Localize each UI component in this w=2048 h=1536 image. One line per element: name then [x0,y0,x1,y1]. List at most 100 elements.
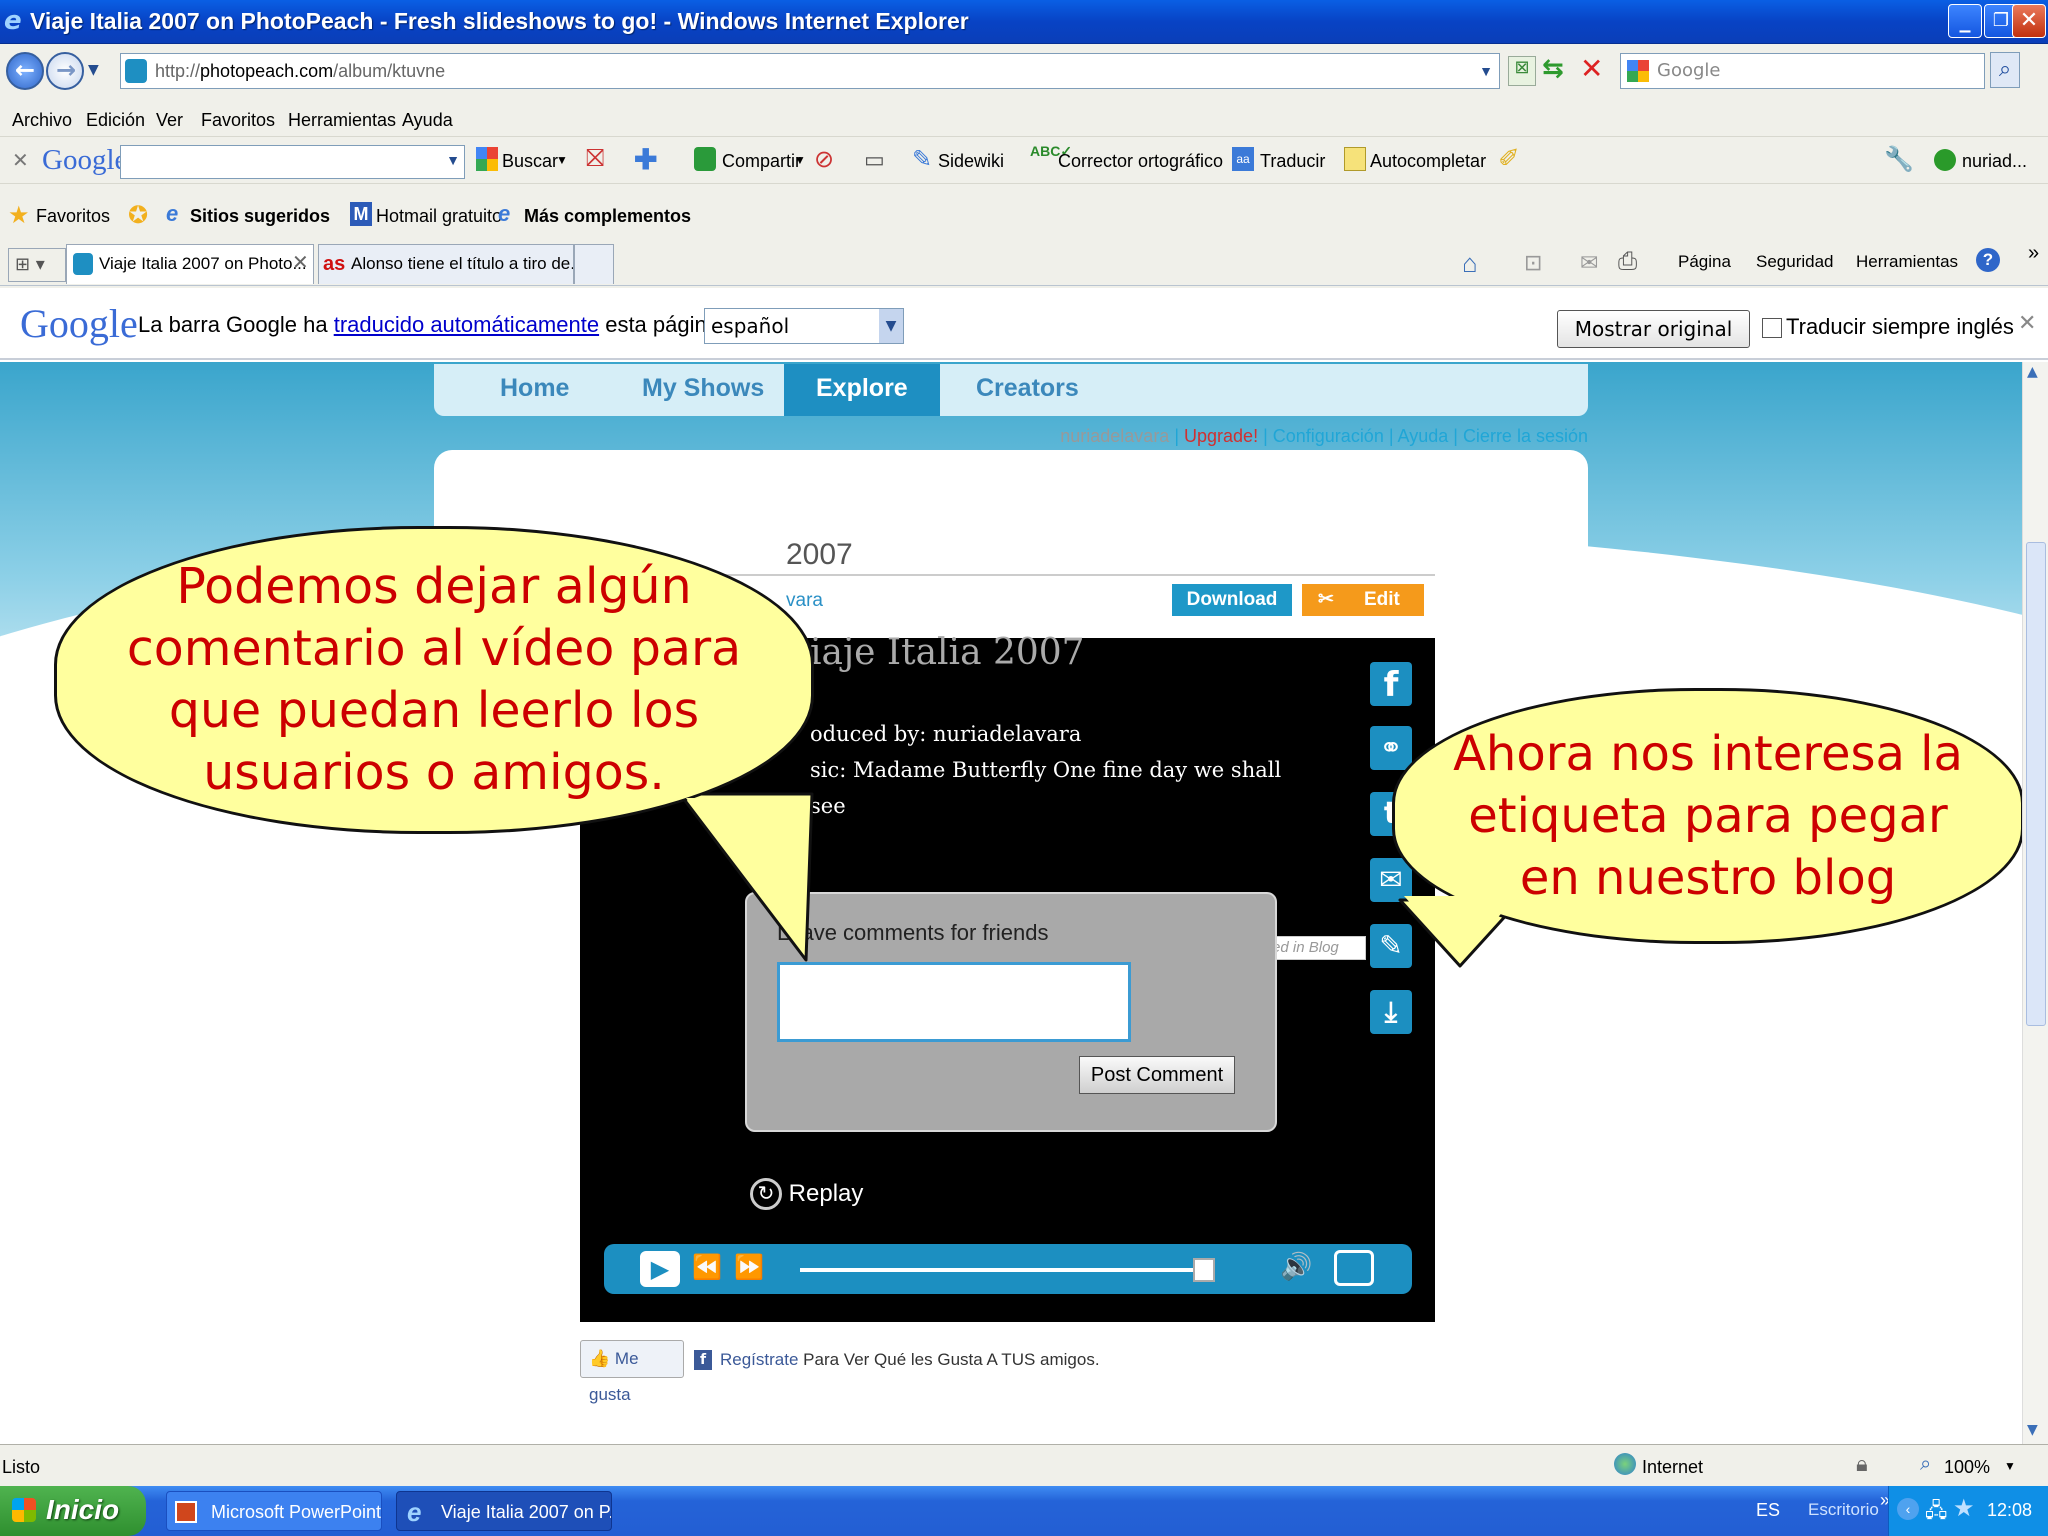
hotmail-icon: M [350,202,372,226]
translate-link[interactable]: traducido automáticamente [334,312,599,337]
add-favorite-icon[interactable]: ✪ [128,201,148,230]
mas-complementos[interactable]: Más complementos [524,206,691,227]
compartir-button[interactable]: Compartir [722,151,801,172]
url-path: /album/ktuvne [333,61,446,81]
scroll-down-icon[interactable]: ▼ [2027,1422,2038,1438]
minimize-button[interactable]: _ [1948,4,1982,38]
scroll-up-icon[interactable]: ▲ [2027,364,2038,380]
sitios-sugeridos[interactable]: Sitios sugeridos [190,206,330,227]
close-button[interactable]: ✕ [2012,4,2046,38]
title-bar: e Viaje Italia 2007 on PhotoPeach - Fres… [0,0,2048,44]
page-content: Home My Shows Explore Creators nuriadela… [0,362,2022,1444]
help-icon[interactable]: ? [1976,248,2000,272]
zoom-level[interactable]: 100% [1944,1457,1990,1478]
language-select[interactable]: español ▼ [704,308,904,344]
google-toolbar-logo: Google [42,144,128,176]
check-icon[interactable]: ⊘ [814,145,834,174]
buscar-button[interactable]: Buscar [502,151,558,172]
highlighter-icon[interactable]: ✐ [1498,143,1520,174]
herramientas-menu[interactable]: Herramientas [1856,252,1958,272]
menu-favoritos[interactable]: Favoritos [201,110,275,131]
network-icon[interactable]: 🖧 [1925,1496,1947,1530]
page-scrollbar[interactable]: ▲ ▼ [2022,362,2048,1444]
menu-ver[interactable]: Ver [156,110,183,131]
powerpoint-icon [175,1501,197,1523]
tray-star-icon[interactable]: ★ [1953,1494,1975,1523]
seguridad-menu[interactable]: Seguridad [1756,252,1834,272]
search-box[interactable]: Google [1620,53,1985,89]
language-dropdown-icon[interactable]: ▼ [879,309,903,343]
compatibility-icon[interactable]: ⊠ [1508,56,1536,86]
clock: 12:08 [1987,1500,2033,1520]
print-icon[interactable]: ⎙ [1618,248,1637,276]
status-text: Listo [2,1457,41,1477]
translate-text-before: La barra Google ha [138,312,328,337]
history-dropdown-icon[interactable]: ▼ [88,62,99,78]
window-icon[interactable]: ▭ [864,147,885,173]
sidewiki-button[interactable]: Sidewiki [938,151,1004,172]
autocompletar-button[interactable]: Autocompletar [1370,151,1486,172]
tab-row: ⊞ ▾ Viaje Italia 2007 on Photo... ✕ as A… [0,242,2048,286]
taskbar-item-ie[interactable]: e Viaje Italia 2007 on P... [396,1491,612,1531]
refresh-icon[interactable]: ⇆ [1542,54,1564,84]
pagina-menu[interactable]: Página [1678,252,1731,272]
desktop-toolbar[interactable]: Escritorio [1808,1500,1879,1520]
google-logo: Google [20,301,138,346]
home-icon[interactable]: ⌂ [1462,248,1478,279]
ie-icon: e [4,6,22,36]
feeds-icon[interactable]: ⊡ [1524,250,1542,276]
show-original-button[interactable]: Mostrar original [1557,310,1750,348]
taskbar: Inicio Microsoft PowerPoint ... e Viaje … [0,1486,2048,1536]
back-button[interactable]: ← [6,52,44,90]
mail-icon[interactable]: ✉ [1580,250,1598,276]
language-indicator[interactable]: ES [1756,1500,1780,1521]
popup-blocker-icon[interactable]: ⛝ [586,145,604,173]
favoritos-button[interactable]: Favoritos [36,206,110,227]
hotmail-gratuito[interactable]: Hotmail gratuito [376,206,502,227]
compartir-dropdown-icon[interactable]: ▼ [794,153,806,167]
account-button[interactable]: nuriad... [1962,151,2027,172]
new-tab-button[interactable] [574,244,614,284]
quick-tabs-button[interactable]: ⊞ ▾ [8,248,66,282]
tab-photopeach[interactable]: Viaje Italia 2007 on Photo... [66,244,314,284]
address-dropdown-icon[interactable]: ▼ [1479,54,1493,88]
buscar-dropdown-icon[interactable]: ▼ [556,153,568,167]
google-toolbar-input[interactable]: ▼ [120,145,465,179]
sidewiki-icon: ✎ [912,146,933,173]
menu-ayuda[interactable]: Ayuda [402,110,453,131]
search-go-icon[interactable]: ⌕ [1990,52,2020,88]
start-button[interactable]: Inicio [0,1486,146,1536]
zoom-icon: ⌕ [1920,1453,1932,1475]
zoom-dropdown-icon[interactable]: ▼ [2004,1459,2016,1473]
stop-icon[interactable]: ✕ [1580,52,1603,85]
input-dropdown-icon[interactable]: ▼ [446,152,460,168]
traducir-button[interactable]: Traducir [1260,151,1325,172]
taskbar-item-label: Viaje Italia 2007 on P... [441,1502,612,1522]
chevron-more-icon[interactable]: » [2028,242,2039,265]
tab-close-icon[interactable]: ✕ [292,250,309,274]
menu-herramientas[interactable]: Herramientas [288,110,396,131]
always-translate-label: Traducir siempre inglés [1786,314,2014,339]
callout-tail-fills [686,798,1516,960]
complementos-icon: e [498,201,511,226]
wrench-icon[interactable]: 🔧 [1884,145,1914,174]
scroll-thumb[interactable] [2026,542,2046,1026]
account-status-icon [1934,149,1956,171]
corrector-button[interactable]: Corrector ortográfico [1058,151,1223,172]
tray-back-icon[interactable]: ‹ [1897,1498,1919,1520]
address-bar[interactable]: http://photopeach.com/album/ktuvne ▼ [120,53,1500,89]
taskbar-item-powerpoint[interactable]: Microsoft PowerPoint ... [166,1491,382,1531]
autofill-icon [1344,147,1366,171]
google-toolbar: ✕ Google ▼ Buscar ▼ ⛝ ✚ Compartir ▼ ⊘ ▭ … [0,136,2048,184]
menu-edicion[interactable]: Edición [86,110,145,131]
always-translate-checkbox[interactable] [1762,318,1782,338]
protected-mode-icon[interactable]: 🔒︎ [1856,1451,1868,1477]
tab-favicon [73,253,93,275]
plus-icon[interactable]: ✚ [634,143,657,176]
tab-as[interactable]: as Alonso tiene el título a tiro de... [318,244,574,284]
close-translate-icon[interactable]: ✕ [2018,310,2036,336]
menu-archivo[interactable]: Archivo [12,110,72,131]
forward-button[interactable]: → [46,52,84,90]
toolbar-close-icon[interactable]: ✕ [12,148,29,173]
taskbar-item-label: Microsoft PowerPoint ... [211,1502,382,1522]
